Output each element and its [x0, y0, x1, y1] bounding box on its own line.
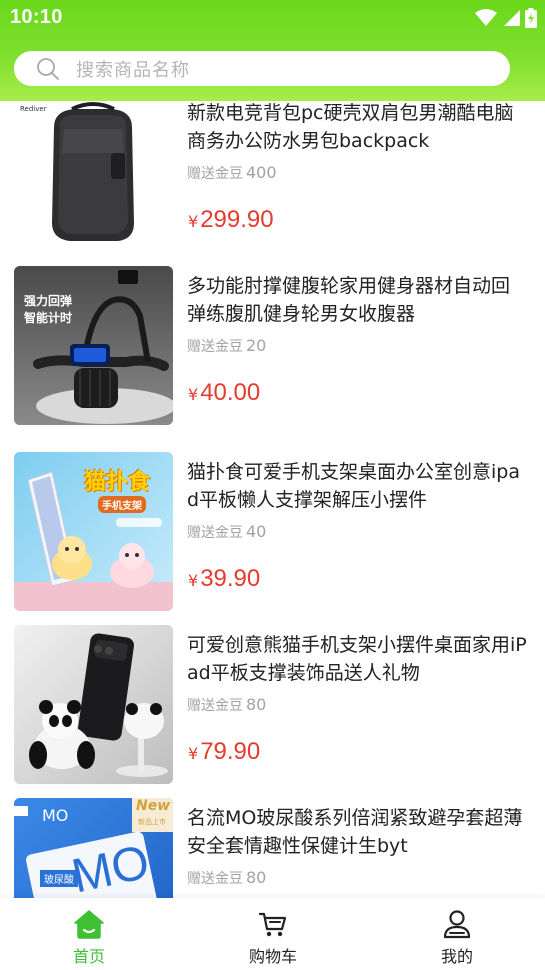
product-title[interactable]: 多功能肘撑健腹轮家用健身器材自动回弹练腹肌健身轮男女收腹器 [187, 272, 527, 328]
bonus-beans: 赠送金豆 400 [187, 163, 277, 182]
product-price: ¥79.90 [188, 738, 261, 765]
image-caption: MO [42, 806, 69, 825]
product-title[interactable]: 名流MO玻尿酸系列倍润紧致避孕套超薄安全套情趣性保健计生byt [187, 804, 527, 860]
product-image[interactable]: Rediver [14, 93, 173, 252]
product-price: ¥40.00 [188, 379, 261, 406]
status-bar: 10:10 [0, 0, 545, 36]
product-item[interactable]: 猫扑食 手机支架 猫扑食可爱手机支架桌面办公室创意ipad平板懒人支撑架解压小摆… [0, 452, 545, 611]
nav-label: 我的 [440, 947, 473, 966]
nav-item-cart[interactable]: 购物车 [218, 898, 328, 970]
product-item[interactable]: 强力回弹 智能计时 多功能肘撑健腹轮家用健身器材自动回弹练腹肌健身轮男女收腹器 … [0, 266, 545, 425]
bonus-beans: 赠送金豆 80 [187, 695, 267, 714]
product-item[interactable]: 可爱创意熊猫手机支架小摆件桌面家用iPad平板支撑装饰品送人礼物 赠送金豆 80 … [0, 625, 545, 784]
image-caption: 强力回弹 [24, 294, 73, 308]
wifi-icon [475, 9, 497, 31]
product-list[interactable]: Rediver 新款电竞背包pc硬壳双肩包男潮酷电脑商务办公防水男包backpa… [0, 0, 545, 898]
image-caption: New [136, 798, 171, 814]
bottom-nav: 首页 购物车 我的 [0, 898, 545, 970]
status-icons [475, 8, 537, 32]
brand-logo-text: Rediver [20, 105, 47, 113]
product-image[interactable] [14, 625, 173, 784]
search-input[interactable]: 搜索商品名称 [76, 56, 190, 82]
cellular-signal-icon [502, 9, 520, 31]
product-price: ¥299.90 [188, 206, 274, 233]
bonus-beans: 赠送金豆 40 [187, 522, 267, 541]
status-time: 10:10 [10, 6, 63, 28]
app-header: 10:10 搜索商品名称 [0, 0, 545, 101]
product-image[interactable]: 强力回弹 智能计时 [14, 266, 173, 425]
search-icon[interactable] [36, 57, 60, 81]
nav-label: 购物车 [248, 947, 297, 966]
battery-charging-icon [525, 8, 537, 32]
product-title[interactable]: 可爱创意熊猫手机支架小摆件桌面家用iPad平板支撑装饰品送人礼物 [187, 631, 527, 687]
image-caption: 新品上市 [138, 818, 166, 826]
nav-item-profile[interactable]: 我的 [402, 898, 512, 970]
product-title[interactable]: 猫扑食可爱手机支架桌面办公室创意ipad平板懒人支撑架解压小摆件 [187, 458, 527, 514]
product-image[interactable]: 猫扑食 手机支架 [14, 452, 173, 611]
image-caption: 猫扑食 [84, 470, 151, 495]
image-caption: 智能计时 [24, 311, 73, 325]
product-image[interactable]: MO New 新品上市 玻尿酸 MO [14, 798, 173, 898]
nav-label: 首页 [72, 947, 105, 966]
product-price: ¥39.90 [188, 565, 261, 592]
search-bar[interactable]: 搜索商品名称 [14, 51, 510, 86]
product-item[interactable]: MO New 新品上市 玻尿酸 MO 名流MO玻尿酸系列倍润紧致避孕套超薄安全套… [0, 798, 545, 898]
product-item[interactable]: Rediver 新款电竞背包pc硬壳双肩包男潮酷电脑商务办公防水男包backpa… [0, 93, 545, 260]
nav-item-home[interactable]: 首页 [34, 898, 144, 970]
bonus-beans: 赠送金豆 80 [187, 868, 267, 887]
image-caption: 手机支架 [98, 496, 146, 513]
product-title[interactable]: 新款电竞背包pc硬壳双肩包男潮酷电脑商务办公防水男包backpack [187, 99, 527, 155]
bonus-beans: 赠送金豆 20 [187, 336, 267, 355]
